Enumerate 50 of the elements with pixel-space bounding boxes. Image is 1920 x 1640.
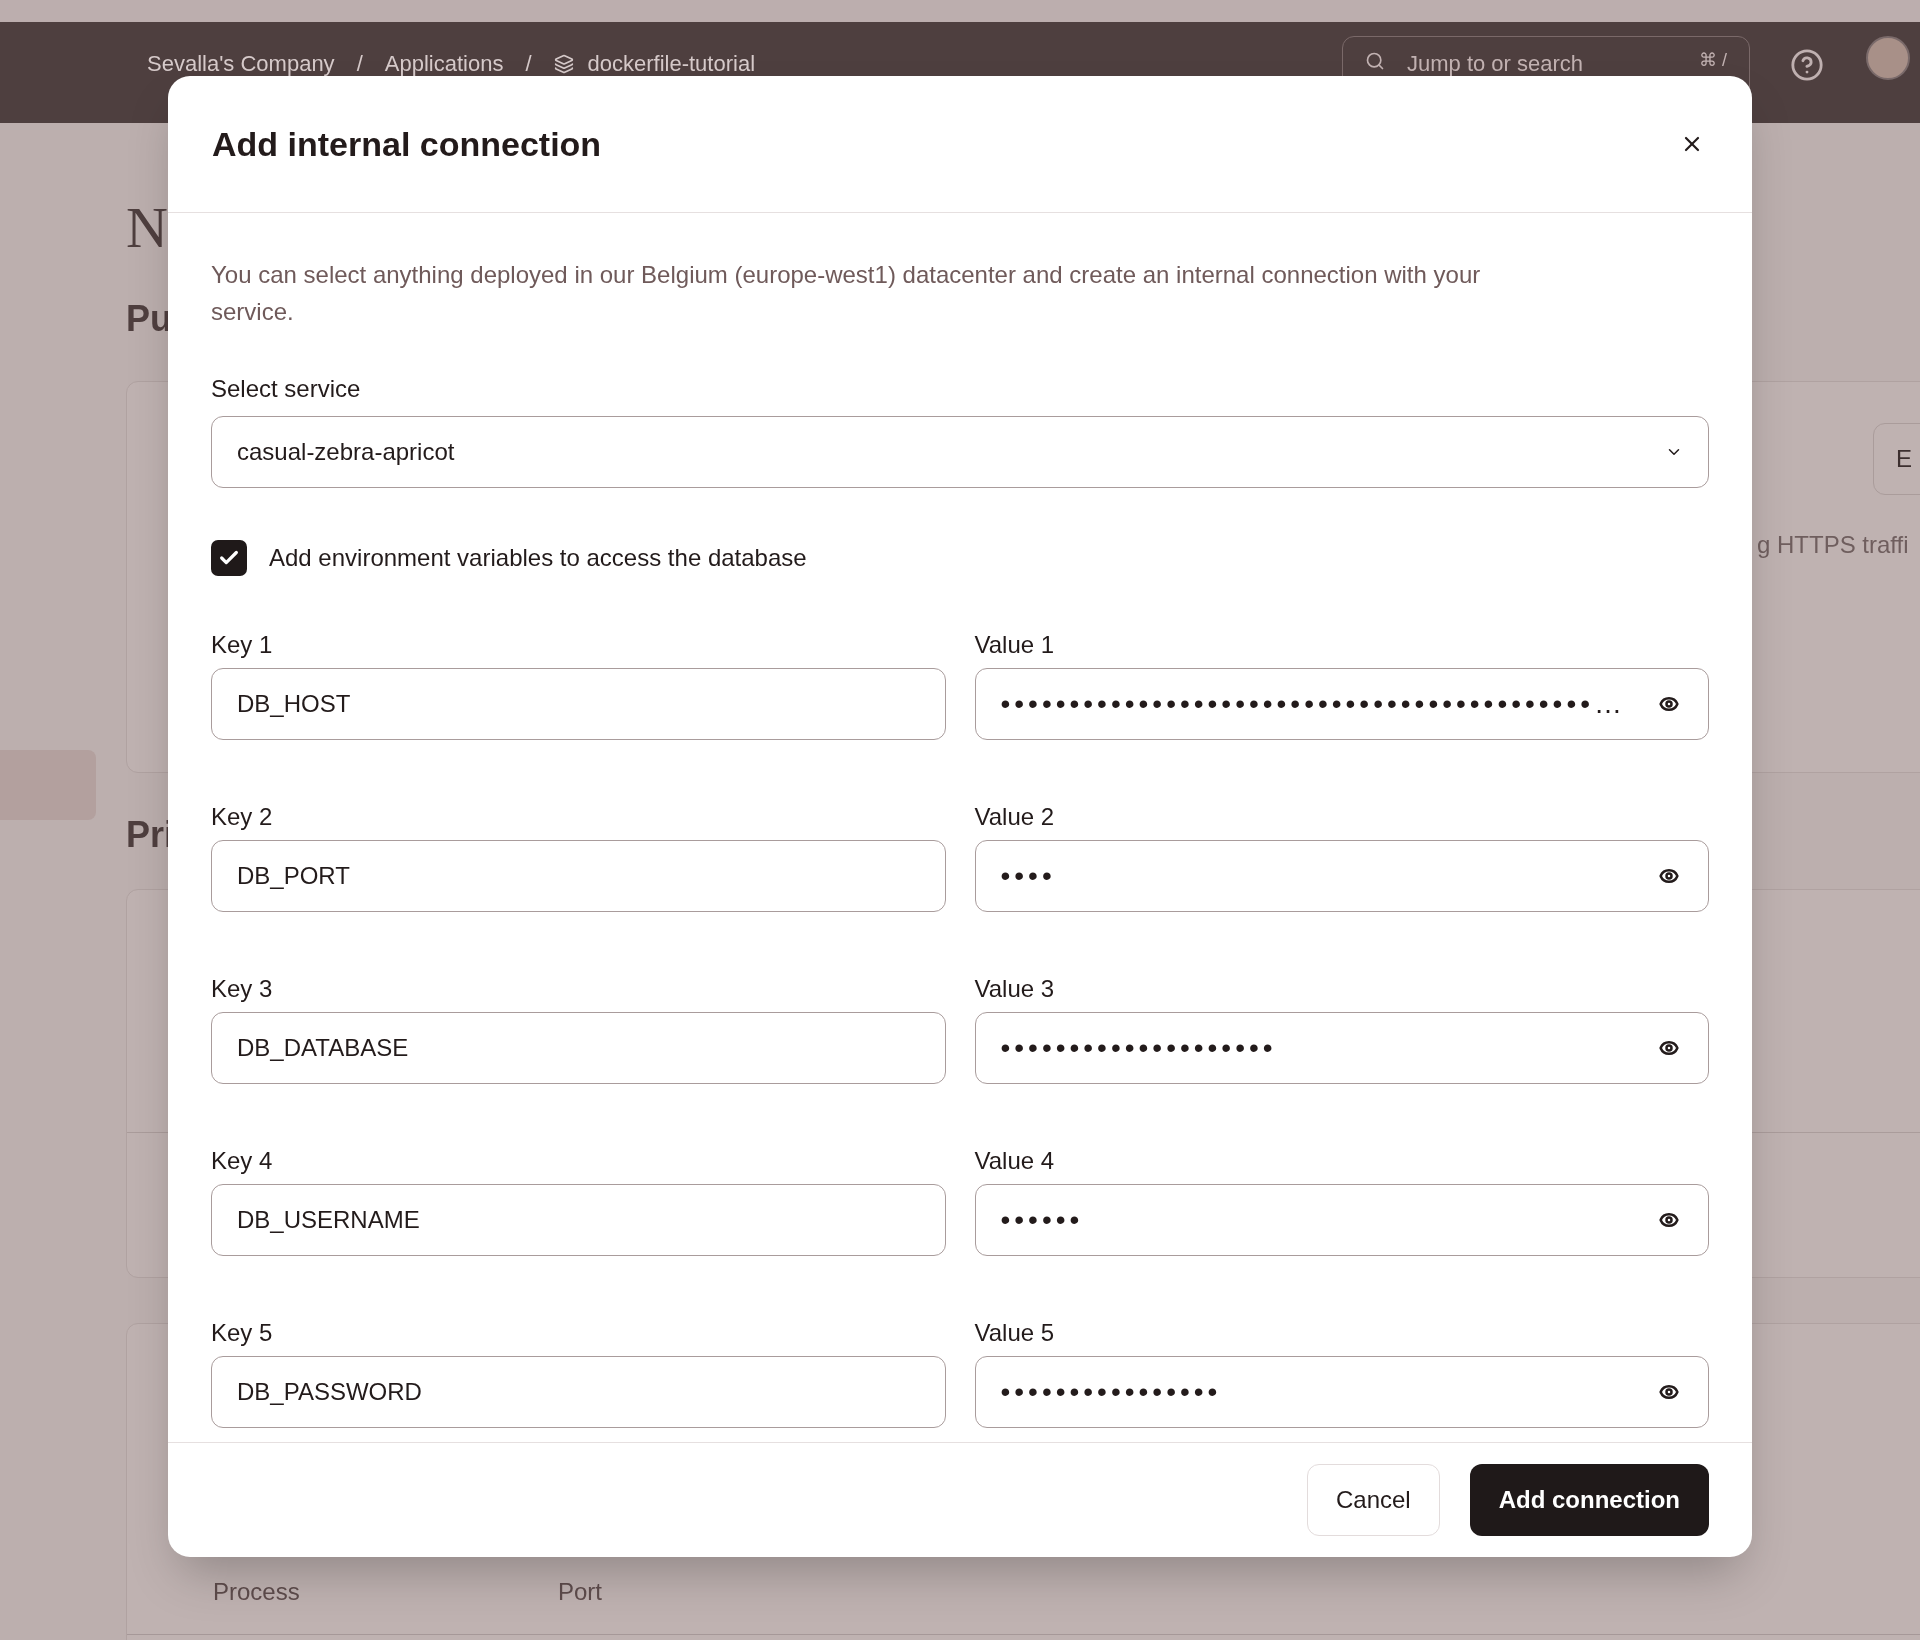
breadcrumb-separator: /: [356, 50, 363, 78]
column-header: Port: [558, 1577, 602, 1607]
key-field[interactable]: DB_PORT: [211, 840, 946, 912]
service-select[interactable]: casual-zebra-apricot: [211, 416, 1709, 488]
eye-icon[interactable]: [1659, 1382, 1679, 1402]
section-heading: Pu: [126, 299, 172, 339]
field-label: Value 5: [974, 1318, 1056, 1348]
key-field[interactable]: DB_USERNAME: [211, 1184, 946, 1256]
password-field[interactable]: ••••••••••••••••: [974, 1356, 1709, 1428]
breadcrumb-link[interactable]: dockerfile-tutorial: [587, 50, 756, 78]
eye-icon[interactable]: [1659, 866, 1679, 886]
shortcut-hint: ⌘ /: [1699, 49, 1727, 72]
field-label: Key 1: [211, 630, 274, 660]
key-field[interactable]: DB_HOST: [211, 668, 946, 740]
card-text: g HTTPS traffi: [1757, 530, 1909, 560]
dialog-title: Add internal connection: [212, 123, 602, 165]
eye-icon[interactable]: [1659, 1210, 1679, 1230]
password-field[interactable]: •••••••••••••••••••••••••••••••••••••••••••…: [974, 668, 1709, 740]
checkbox-label: Add environment variables to access the database: [269, 543, 807, 573]
field-label: Value 1: [974, 630, 1056, 660]
dialog-description: You can select anything deployed in our Belgium (europe-west1) datacenter and create an internal connection with your service.: [211, 260, 1482, 327]
password-field[interactable]: ••••: [974, 840, 1709, 912]
search-icon: [1365, 51, 1385, 71]
edit-button[interactable]: E: [1873, 423, 1920, 495]
breadcrumb-link[interactable]: Applications: [384, 50, 504, 78]
field-label: Value 4: [974, 1146, 1056, 1176]
password-field[interactable]: ••••••: [974, 1184, 1709, 1256]
search-placeholder: Jump to or search: [1407, 50, 1584, 78]
help-icon[interactable]: [1790, 48, 1824, 82]
column-header: Process: [213, 1577, 301, 1607]
eye-icon[interactable]: [1659, 1038, 1679, 1058]
key-field[interactable]: DB_DATABASE: [211, 1012, 946, 1084]
key-field[interactable]: DB_PASSWORD: [211, 1356, 946, 1428]
checkbox[interactable]: [211, 540, 247, 576]
field-label: Key 3: [211, 974, 274, 1004]
avatar[interactable]: [1866, 36, 1910, 80]
layers-icon: [553, 54, 574, 74]
field-label: Value 2: [974, 802, 1056, 832]
field-label: Key 2: [211, 802, 274, 832]
password-field[interactable]: ••••••••••••••••••••: [974, 1012, 1709, 1084]
field-label: Key 4: [211, 1146, 274, 1176]
breadcrumb-link[interactable]: Sevalla's Company: [147, 50, 335, 78]
eye-icon[interactable]: [1659, 694, 1679, 714]
breadcrumb-separator: /: [525, 50, 532, 78]
page-title: N: [126, 194, 168, 262]
add-connection-button[interactable]: Add connection: [1469, 1464, 1709, 1536]
field-label: Key 5: [211, 1318, 274, 1348]
field-label: Select service: [211, 374, 362, 404]
field-label: Value 3: [974, 974, 1056, 1004]
cancel-button[interactable]: Cancel: [1306, 1464, 1440, 1536]
